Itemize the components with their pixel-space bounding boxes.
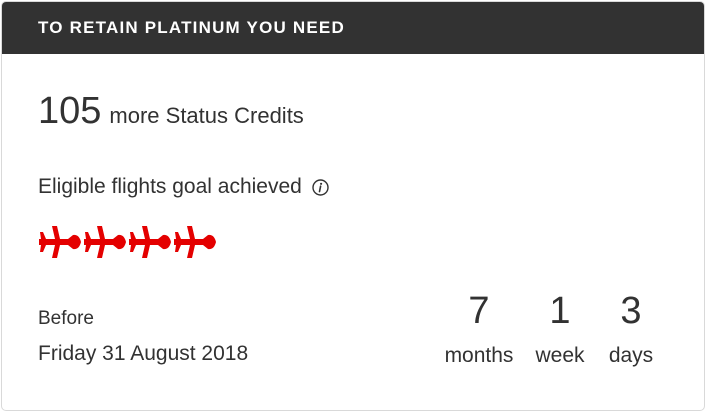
plane-icon	[39, 226, 81, 258]
status-credits-label: more Status Credits	[109, 103, 304, 128]
countdown-weeks-label: week	[535, 344, 585, 367]
deadline-date: Friday 31 August 2018	[38, 342, 249, 365]
retain-status-card: TO RETAIN PLATINUM YOU NEED 105 more Sta…	[1, 1, 705, 411]
countdown-weeks: 1 week	[525, 292, 595, 368]
eligible-flights-label: Eligible flights goal achieved	[38, 175, 302, 198]
countdown-weeks-value: 1	[549, 290, 571, 332]
plane-icon	[174, 226, 216, 258]
eligible-flights-row: Eligible flights goal achieved	[38, 175, 329, 199]
before-label: Before	[38, 308, 94, 329]
plane-icon	[129, 226, 171, 258]
info-icon[interactable]	[312, 178, 329, 196]
deadline-block: Before Friday 31 August 2018	[38, 308, 248, 366]
status-credits-amount: 105	[38, 90, 102, 132]
flights-achieved-planes	[38, 222, 218, 262]
countdown-months: 7 months	[434, 292, 524, 368]
countdown-days-value: 3	[620, 290, 642, 332]
countdown-days: 3 days	[601, 292, 661, 368]
countdown-days-label: days	[608, 344, 654, 367]
card-header: TO RETAIN PLATINUM YOU NEED	[2, 2, 704, 54]
card-title: TO RETAIN PLATINUM YOU NEED	[38, 17, 345, 37]
status-credits-row: 105 more Status Credits	[38, 92, 304, 130]
countdown: 7 months 1 week 3 days	[434, 292, 661, 368]
countdown-months-label: months	[444, 344, 514, 367]
plane-icon	[84, 226, 126, 258]
countdown-months-value: 7	[468, 290, 490, 332]
